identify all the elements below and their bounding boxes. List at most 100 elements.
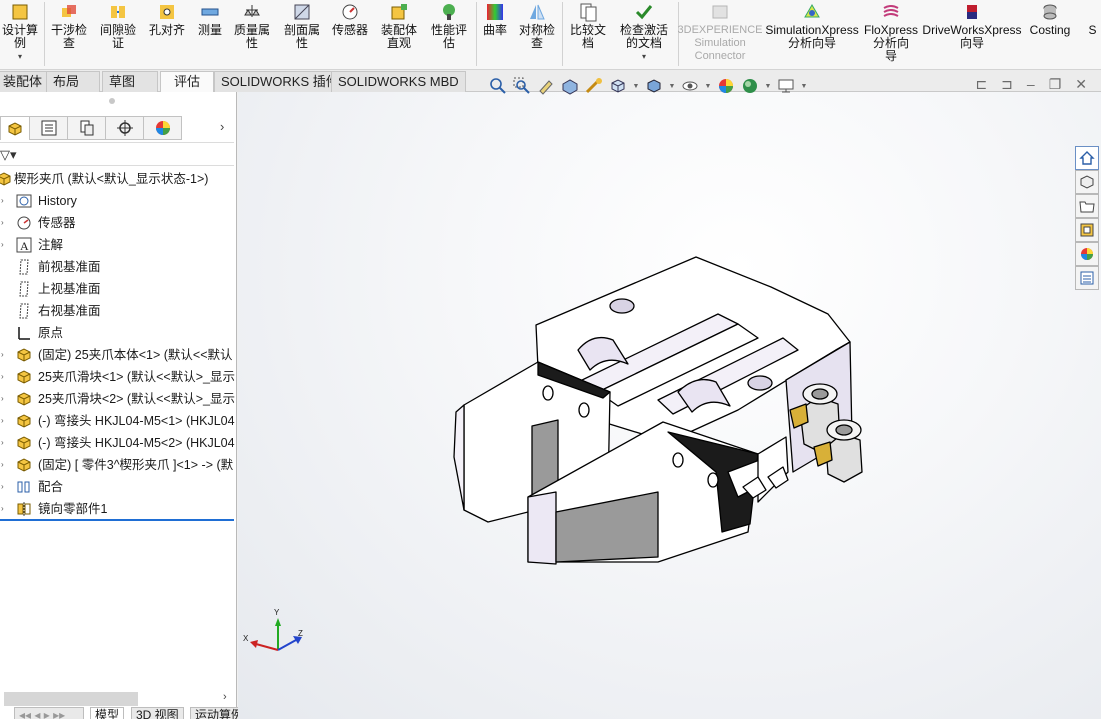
solidworks-resources-tab[interactable] [1075, 146, 1099, 170]
performance-evaluation-button[interactable]: 性能评 估 [426, 0, 472, 68]
expand-arrow-icon[interactable]: › [1, 366, 4, 388]
view-palette-tab[interactable] [1075, 218, 1099, 242]
zoom-to-area-button[interactable] [512, 76, 532, 96]
view-orientation-button[interactable] [608, 76, 628, 96]
file-explorer-tab[interactable] [1075, 194, 1099, 218]
display-style-button[interactable] [644, 76, 664, 96]
apply-scene-dropdown-icon[interactable]: ▼ [764, 83, 772, 90]
hole-alignment-button[interactable]: 孔对齐 [146, 0, 188, 68]
view-orientation-dropdown-icon[interactable]: ▼ [632, 83, 640, 90]
tab-scroll-buttons[interactable]: ◂◂ ◂ ▸ ▸▸ [14, 707, 84, 719]
rollback-bar[interactable] [0, 519, 234, 521]
design-library-tab[interactable] [1075, 170, 1099, 194]
simulationxpress-button[interactable]: SimulationXpress 分析向导 [764, 0, 860, 68]
tab-layout[interactable]: 布局 [46, 71, 100, 92]
filter-icon[interactable]: ▽▾ [0, 147, 17, 163]
driveworksxpress-button[interactable]: DriveWorksXpress 向导 [922, 0, 1022, 68]
tree-item[interactable]: › (固定) 25夹爪本体<1> (默认<<默认 [0, 344, 236, 366]
expand-arrow-icon[interactable]: › [1, 388, 4, 410]
tree-item[interactable]: › 配合 [0, 476, 236, 498]
mass-properties-button[interactable]: 质量属 性 [230, 0, 274, 68]
close-icon[interactable]: ✕ [1075, 76, 1087, 93]
display-manager-tab[interactable] [144, 116, 182, 140]
clearance-verification-button[interactable]: 间隙验 证 [96, 0, 140, 68]
curvature-button[interactable]: 曲率 [480, 0, 510, 68]
floxpress-button[interactable]: FloXpress 分析向 导 [862, 0, 920, 68]
tile-left-icon[interactable]: ⊏ [975, 76, 987, 93]
tree-item[interactable]: › (-) 弯接头 HKJL04-M5<2> (HKJL04 [0, 432, 236, 454]
expand-arrow-icon[interactable]: › [1, 454, 4, 476]
configuration-manager-tab[interactable] [68, 116, 106, 140]
scroll-right-arrow-icon[interactable]: › [223, 691, 227, 703]
expand-arrow-icon[interactable]: › [1, 190, 4, 212]
tab-sketch[interactable]: 草图 [102, 71, 158, 92]
hide-show-dropdown-icon[interactable]: ▼ [704, 83, 712, 90]
restore-icon[interactable]: ❐ [1049, 76, 1062, 93]
3d-model-view[interactable]: Y X Z [238, 92, 1101, 719]
tab-assembly[interactable]: 装配体 [0, 71, 50, 92]
tab-solidworks-addins[interactable]: SOLIDWORKS 插件 [214, 71, 346, 92]
interference-check-button[interactable]: 干涉检 查 [48, 0, 90, 68]
expand-arrow-icon[interactable]: › [1, 498, 4, 520]
section-properties-button[interactable]: 剖面属 性 [280, 0, 324, 68]
view-settings-dropdown-icon[interactable]: ▼ [800, 83, 808, 90]
tab-3d-views[interactable]: 3D 视图 [131, 707, 184, 719]
compare-documents-button[interactable]: 比较文 档 [566, 0, 610, 68]
sensor-button[interactable]: 传感器 [328, 0, 372, 68]
assembly-visualization-button[interactable]: 装配体 直观 [376, 0, 422, 68]
tree-item[interactable]: 右视基准面 [0, 300, 236, 322]
expand-arrow-icon[interactable]: › [1, 476, 4, 498]
property-manager-tab[interactable] [30, 116, 68, 140]
heads-up-view-toolbar: ▼ ▼ ▼ ▼ ▼ [488, 74, 808, 98]
dynamic-annotation-button[interactable] [584, 76, 604, 96]
tree-item[interactable]: › 传感器 [0, 212, 236, 234]
tree-item[interactable]: › 25夹爪滑块<2> (默认<<默认>_显示 [0, 388, 236, 410]
tree-item[interactable]: › (-) 弯接头 HKJL04-M5<1> (HKJL04 [0, 410, 236, 432]
costing-button[interactable]: Costing [1024, 0, 1076, 68]
horizontal-scrollbar-thumb[interactable] [4, 692, 138, 706]
tree-item[interactable]: 上视基准面 [0, 278, 236, 300]
tree-item[interactable]: › History [0, 190, 236, 212]
history-icon [16, 193, 32, 209]
appearances-tab[interactable] [1075, 242, 1099, 266]
panel-splitter-handle[interactable] [109, 98, 115, 104]
zoom-to-fit-button[interactable] [488, 76, 508, 96]
hide-show-items-button[interactable] [680, 76, 700, 96]
graphics-area[interactable]: Y X Z [238, 92, 1101, 719]
edit-appearance-button[interactable] [716, 76, 736, 96]
display-style-dropdown-icon[interactable]: ▼ [668, 83, 676, 90]
panel-scroll-right-icon[interactable]: › [220, 119, 224, 134]
expand-arrow-icon[interactable]: › [1, 344, 4, 366]
tab-solidworks-mbd[interactable]: SOLIDWORKS MBD [331, 71, 466, 92]
check-active-document-button[interactable]: 检查激活 的文档 ▾ [614, 0, 674, 68]
measure-button[interactable]: 测量 [194, 0, 226, 68]
feature-manager-tab[interactable] [0, 116, 30, 140]
more-tools-button[interactable]: S [1084, 0, 1101, 68]
tree-item[interactable]: › (固定) [ 零件3^楔形夹爪 ]<1> -> (默 [0, 454, 236, 476]
tab-evaluate[interactable]: 评估 [160, 71, 214, 92]
tab-model[interactable]: 模型 [90, 707, 125, 719]
design-study-button[interactable]: 设计算 例 ▾ [0, 0, 40, 68]
view-settings-button[interactable] [776, 76, 796, 96]
tree-item[interactable]: 原点 [0, 322, 236, 344]
tree-item[interactable]: › 25夹爪滑块<1> (默认<<默认>_显示 [0, 366, 236, 388]
tree-item[interactable]: 前视基准面 [0, 256, 236, 278]
apply-scene-button[interactable] [740, 76, 760, 96]
tree-item-label: 注解 [38, 238, 64, 252]
previous-view-button[interactable] [536, 76, 556, 96]
tree-filter-bar[interactable]: ▽▾ [0, 142, 234, 166]
tree-item[interactable]: › 镜向零部件1 [0, 498, 236, 520]
expand-arrow-icon[interactable]: › [1, 432, 4, 454]
expand-arrow-icon[interactable]: › [1, 212, 4, 234]
symmetry-check-button[interactable]: 对称检 查 [514, 0, 560, 68]
minimize-icon[interactable]: – [1027, 76, 1035, 93]
dimxpert-manager-tab[interactable] [106, 116, 144, 140]
expand-arrow-icon[interactable]: › [1, 234, 4, 256]
wedge-gripper-assembly[interactable] [453, 256, 863, 565]
tree-root[interactable]: 楔形夹爪 (默认<默认_显示状态-1>) [0, 168, 236, 190]
section-view-button[interactable] [560, 76, 580, 96]
tile-right-icon[interactable]: ⊐ [1001, 76, 1013, 93]
custom-properties-tab[interactable] [1075, 266, 1099, 290]
expand-arrow-icon[interactable]: › [1, 410, 4, 432]
tree-item[interactable]: › A 注解 [0, 234, 236, 256]
